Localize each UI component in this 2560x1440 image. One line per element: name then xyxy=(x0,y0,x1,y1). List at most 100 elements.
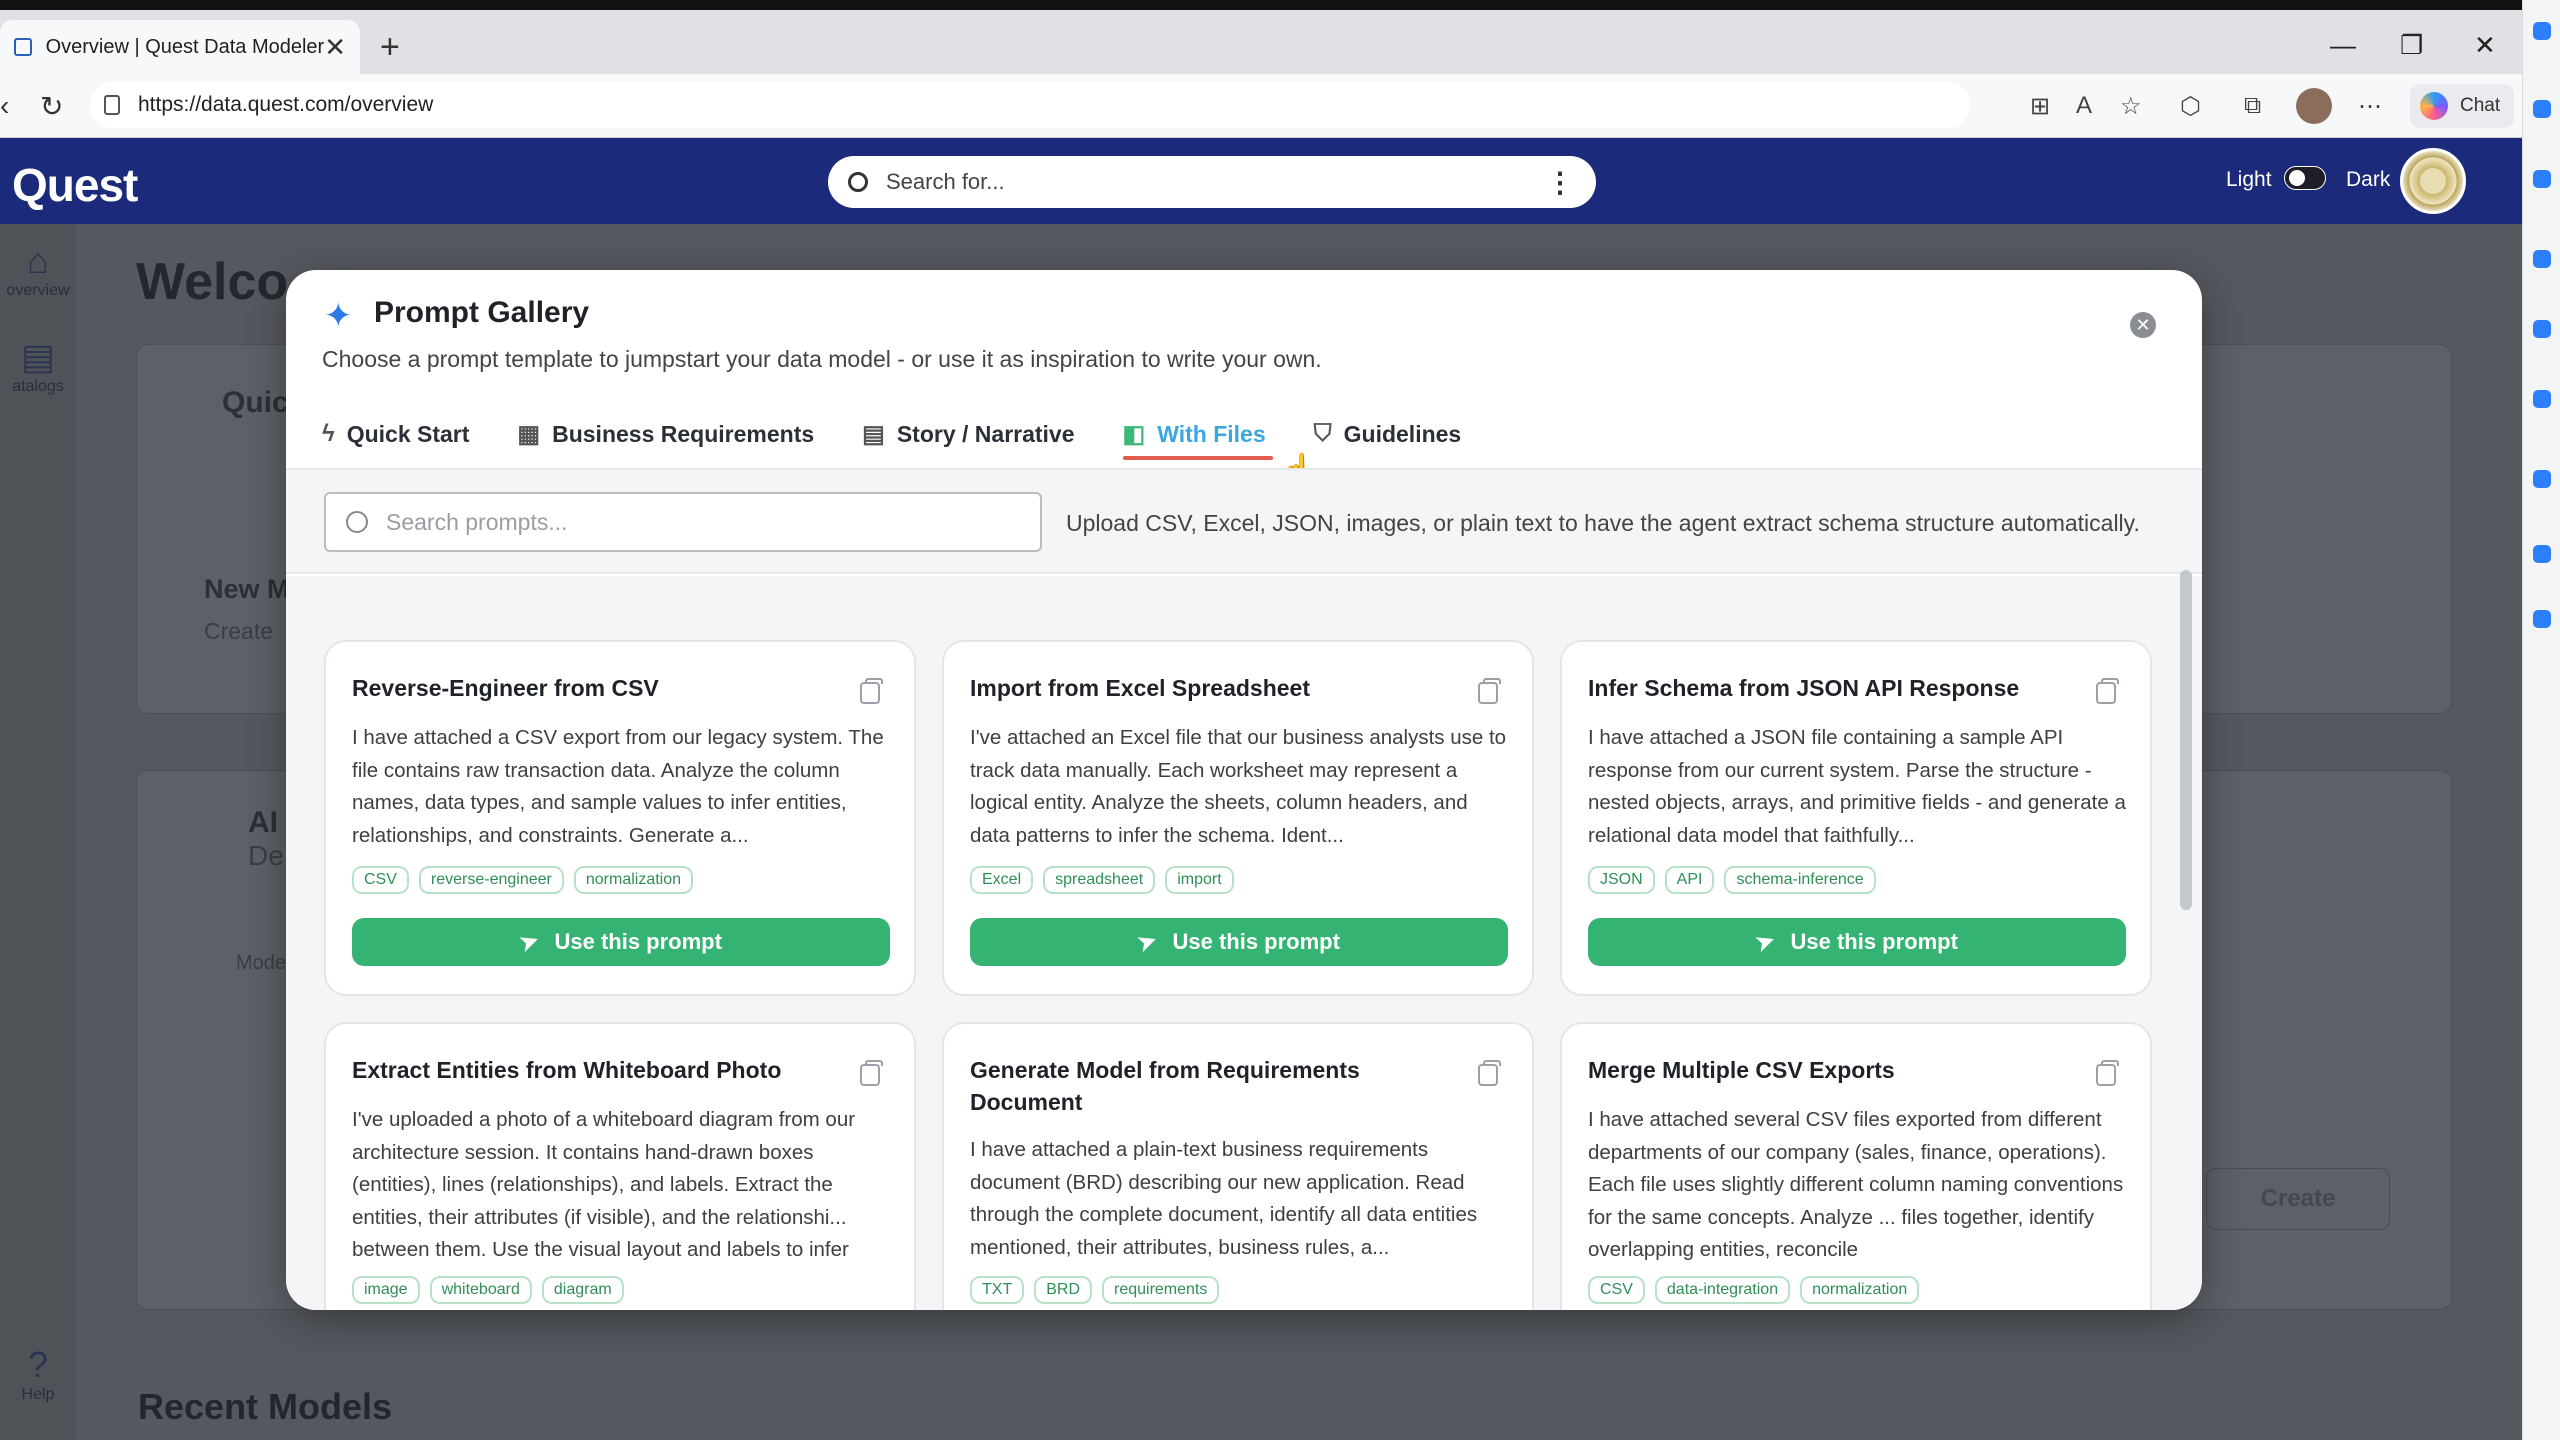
card-description: I have attached a JSON file containing a… xyxy=(1588,726,2126,847)
browser-tab[interactable]: Overview | Quest Data Modeler ✕ xyxy=(0,20,360,74)
tab-close-icon[interactable]: ✕ xyxy=(324,32,346,63)
edge-side-icon[interactable] xyxy=(2533,470,2551,488)
card-title: Merge Multiple CSV Exports xyxy=(1588,1057,1895,1083)
restore-button[interactable]: ❐ xyxy=(2400,30,2423,61)
copy-icon[interactable] xyxy=(2096,1060,2119,1086)
sidebar-item-catalogs[interactable]: ▤ atalogs xyxy=(0,336,76,396)
url-text: https://data.quest.com/overview xyxy=(138,93,434,116)
window-close-button[interactable]: ✕ xyxy=(2474,30,2496,61)
card-title: Reverse-Engineer from CSV xyxy=(352,675,659,701)
edge-side-icon[interactable] xyxy=(2533,22,2551,40)
card-tags: image whiteboard diagram xyxy=(352,1276,624,1304)
search-options-icon[interactable]: ⋮ xyxy=(1546,166,1574,199)
edge-side-icon[interactable] xyxy=(2533,320,2551,338)
chat-button[interactable]: Chat xyxy=(2410,84,2514,128)
modal-header: ✦ Prompt Gallery Choose a prompt templat… xyxy=(286,270,2202,491)
tab-story-narrative[interactable]: ▤ Story / Narrative xyxy=(862,410,1094,458)
global-search[interactable]: Search for... ⋮ xyxy=(828,156,1596,208)
browser-profile-avatar[interactable] xyxy=(2296,88,2332,124)
home-icon: ⌂ xyxy=(27,240,49,281)
prompt-search-input[interactable] xyxy=(386,508,1006,536)
more-options-icon[interactable]: ⋯ xyxy=(2358,92,2382,121)
tag: spreadsheet xyxy=(1043,866,1156,894)
card-description: I have attached several CSV files export… xyxy=(1588,1108,2124,1261)
prompt-gallery-modal: ✦ Prompt Gallery Choose a prompt templat… xyxy=(286,270,2202,1310)
lock-icon xyxy=(104,95,120,115)
use-prompt-label: Use this prompt xyxy=(1790,929,1958,954)
copy-icon[interactable] xyxy=(1478,678,1501,704)
quick-start-heading: Quic xyxy=(222,386,289,419)
global-search-placeholder: Search for... xyxy=(886,169,1005,194)
new-model-subtext: Create xyxy=(204,618,274,644)
user-avatar[interactable] xyxy=(2400,148,2466,214)
help-icon: ? xyxy=(27,1344,49,1385)
use-prompt-label: Use this prompt xyxy=(1172,929,1340,954)
edge-side-icon[interactable] xyxy=(2533,545,2551,563)
app-header: Quest Search for... ⋮ Light Dark xyxy=(0,138,2522,224)
use-prompt-button[interactable]: ➤ Use this prompt xyxy=(1588,918,2126,966)
tab-hint-text: Upload CSV, Excel, JSON, images, or plai… xyxy=(1066,510,2140,536)
tab-with-files[interactable]: ◧ With Files xyxy=(1122,410,1286,460)
book-icon: ▤ xyxy=(862,420,885,448)
copy-icon[interactable] xyxy=(2096,678,2119,704)
tab-business-requirements[interactable]: ▦ Business Requirements xyxy=(517,410,834,458)
edge-side-icon[interactable] xyxy=(2533,100,2551,118)
copy-icon[interactable] xyxy=(860,1060,883,1086)
minimize-button[interactable]: — xyxy=(2330,30,2356,61)
create-button-label: Create xyxy=(2260,1185,2336,1212)
card-title: Import from Excel Spreadsheet xyxy=(970,675,1310,701)
tag: CSV xyxy=(352,866,409,894)
browser-tab-bar: Overview | Quest Data Modeler ✕ + — ❐ ✕ xyxy=(0,10,2522,74)
card-description: I've uploaded a photo of a whiteboard di… xyxy=(352,1108,856,1261)
edge-side-icon[interactable] xyxy=(2533,390,2551,408)
sidebar-item-overview[interactable]: ⌂ overview xyxy=(0,240,76,300)
recent-models-heading: Recent Models xyxy=(138,1386,393,1427)
tab-quick-start[interactable]: ϟ Quick Start xyxy=(322,410,489,458)
edge-side-icon[interactable] xyxy=(2533,170,2551,188)
tag: TXT xyxy=(970,1276,1025,1304)
app-grid-icon[interactable]: ⊞ xyxy=(2030,92,2050,121)
catalog-icon: ▤ xyxy=(20,336,55,377)
search-icon xyxy=(848,172,868,192)
create-button[interactable]: Create xyxy=(2206,1168,2390,1230)
prompt-card: Merge Multiple CSV Exports I have attach… xyxy=(1560,1022,2152,1310)
table-favicon-icon xyxy=(14,38,32,56)
address-bar-row: ‹ ↻ https://data.quest.com/overview ⊞ A … xyxy=(0,74,2522,138)
tag: CSV xyxy=(1588,1276,1645,1304)
tab-label: Quick Start xyxy=(346,420,470,447)
edge-side-icon[interactable] xyxy=(2533,610,2551,628)
quest-logo[interactable]: Quest xyxy=(12,158,138,212)
prompt-card: Extract Entities from Whiteboard Photo I… xyxy=(324,1022,916,1310)
tag: Excel xyxy=(970,866,1034,894)
sidebar-item-label: Help xyxy=(21,1386,55,1403)
ai-input-placeholder: Mode xyxy=(236,952,287,974)
tab-guidelines[interactable]: ⛉ Guidelines xyxy=(1314,410,1482,458)
use-prompt-button[interactable]: ➤ Use this prompt xyxy=(970,918,1508,966)
prompt-category-tabs: ϟ Quick Start ▦ Business Requirements ▤ … xyxy=(322,410,1509,470)
screenshot-icon[interactable]: ⧉ xyxy=(2244,92,2261,120)
close-icon[interactable]: ✕ xyxy=(2130,312,2156,338)
read-aloud-icon[interactable]: A xyxy=(2076,92,2092,120)
edge-side-icon[interactable] xyxy=(2533,250,2551,268)
browser-tab-title: Overview | Quest Data Modeler xyxy=(45,35,325,58)
refresh-icon[interactable]: ↻ xyxy=(40,90,63,123)
theme-toggle[interactable] xyxy=(2284,166,2326,190)
sidebar-item-help[interactable]: ? Help xyxy=(0,1344,76,1404)
back-icon[interactable]: ‹ xyxy=(0,90,9,122)
use-prompt-button[interactable]: ➤ Use this prompt xyxy=(352,918,890,966)
app-sidebar: ⌂ overview ▤ atalogs ? Help xyxy=(0,224,76,1440)
search-icon xyxy=(346,511,368,533)
send-icon: ➤ xyxy=(1752,926,1779,957)
scrollbar-thumb[interactable] xyxy=(2180,570,2192,910)
filter-bar: Upload CSV, Excel, JSON, images, or plai… xyxy=(286,470,2202,574)
copy-icon[interactable] xyxy=(860,678,883,704)
url-field[interactable]: https://data.quest.com/overview xyxy=(90,82,1970,128)
copy-icon[interactable] xyxy=(1478,1060,1501,1086)
extensions-icon[interactable]: ⬡ xyxy=(2180,92,2201,121)
ai-heading: AI xyxy=(248,806,278,839)
new-tab-button[interactable]: + xyxy=(380,28,400,67)
prompt-search[interactable] xyxy=(324,492,1042,552)
favorite-star-icon[interactable]: ☆ xyxy=(2120,92,2142,121)
dark-label: Dark xyxy=(2346,168,2391,191)
tag: schema-inference xyxy=(1724,866,1876,894)
